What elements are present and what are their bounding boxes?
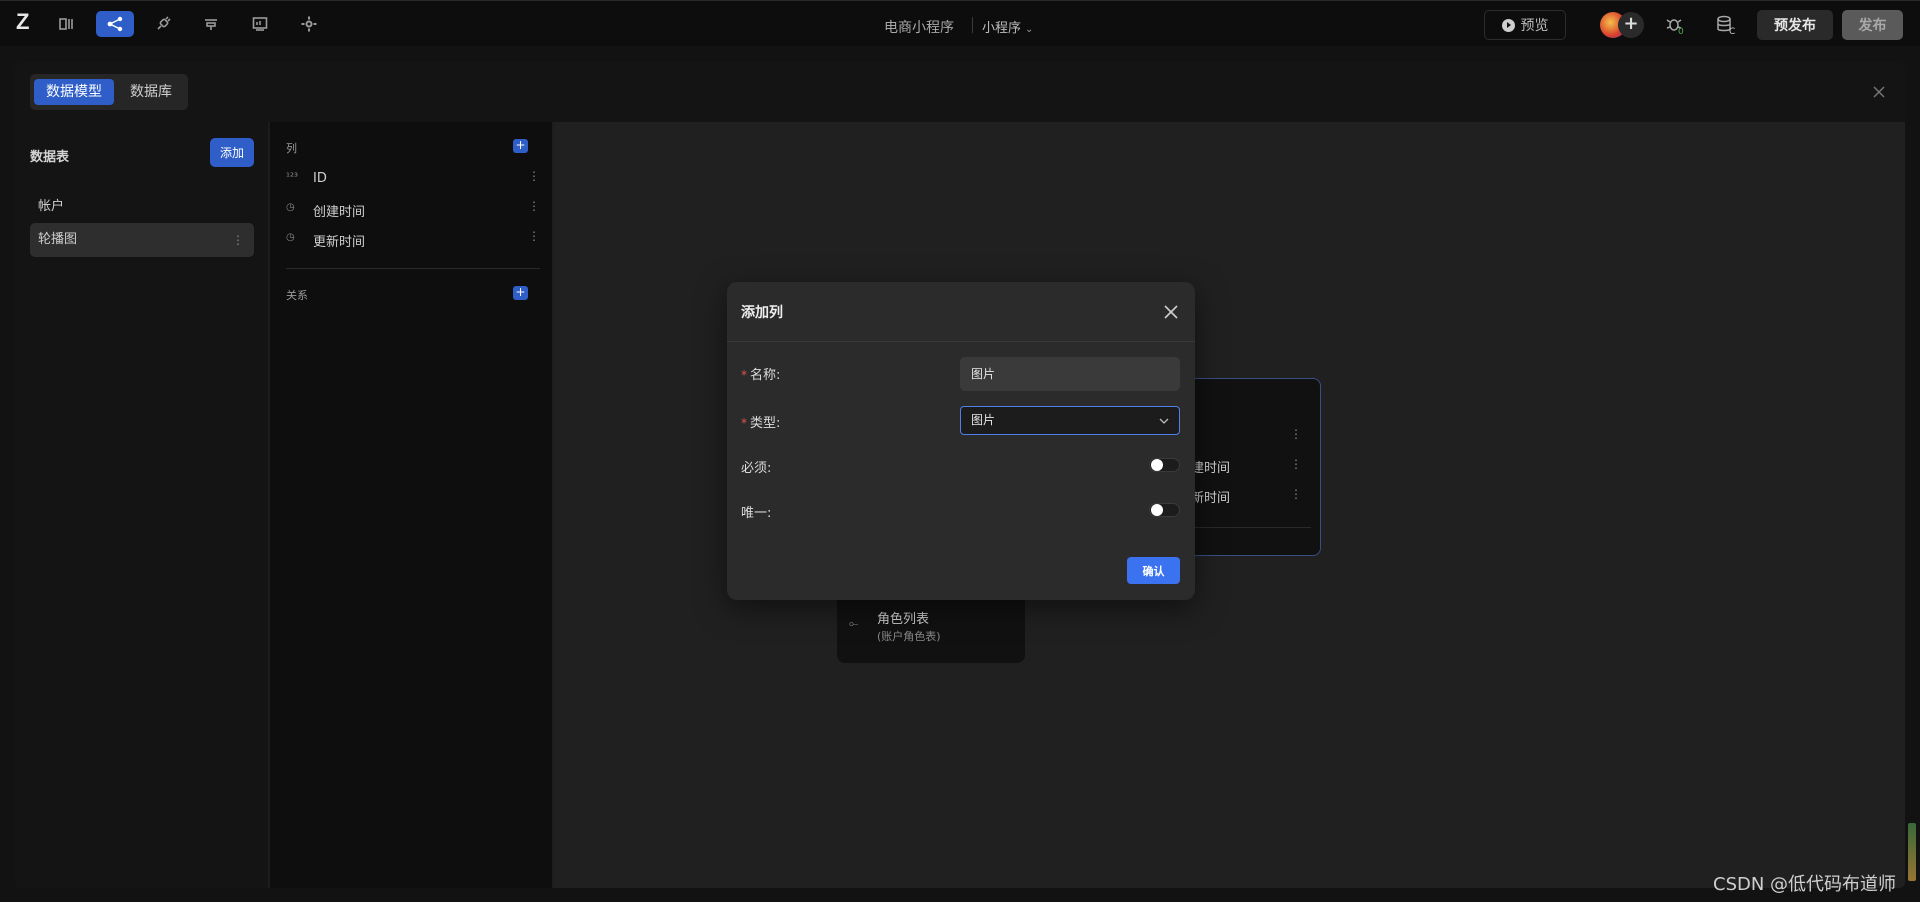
- app-logo[interactable]: Z: [16, 11, 38, 33]
- more-icon[interactable]: ⋮: [1290, 487, 1302, 501]
- add-table-button[interactable]: 添加: [210, 138, 254, 167]
- tab-data-model[interactable]: 数据模型: [34, 79, 114, 105]
- columns-title: 列: [286, 142, 297, 155]
- type-field-label: * 类型:: [741, 416, 781, 431]
- card-label: 角色列表: [877, 612, 930, 627]
- pages-icon: [59, 18, 73, 30]
- more-icon[interactable]: ⋮: [1290, 457, 1302, 471]
- more-icon[interactable]: ⋮: [1290, 427, 1302, 441]
- publish-button[interactable]: 发布: [1842, 10, 1903, 40]
- preview-button[interactable]: 预览: [1484, 10, 1566, 40]
- add-column-dialog: 添加列 * 名称: 图片 * 类型: 图片 必须: 唯一: 确认: [727, 282, 1195, 600]
- database-status-icon[interactable]: C: [1715, 14, 1737, 37]
- column-label: 更新时间: [313, 235, 366, 250]
- tab-database[interactable]: 数据库: [118, 79, 184, 105]
- table-item-account[interactable]: 帐户: [30, 190, 254, 224]
- columns-divider: [286, 268, 540, 269]
- number-icon: ¹²³: [286, 172, 299, 183]
- more-icon[interactable]: ⋮: [528, 169, 540, 183]
- debug-icon[interactable]: 0: [1664, 14, 1686, 37]
- tables-title: 数据表: [30, 150, 70, 165]
- add-collaborator-button[interactable]: +: [1618, 12, 1644, 38]
- svg-text:C: C: [1729, 27, 1735, 36]
- api-nav-button[interactable]: [144, 11, 182, 37]
- dialog-title: 添加列: [741, 305, 783, 321]
- card-sub-label: (账户角色表): [877, 630, 941, 643]
- svg-text:0: 0: [1678, 27, 1684, 36]
- pages-nav-button[interactable]: [48, 11, 86, 37]
- panel-header: 数据模型 数据库: [15, 62, 1905, 122]
- app-type-label: 小程序: [982, 21, 1022, 36]
- card-row-label: 新时间: [1191, 491, 1231, 506]
- required-toggle[interactable]: [1149, 458, 1180, 472]
- scroll-indicator[interactable]: [1908, 823, 1916, 881]
- toggle-knob: [1151, 459, 1163, 471]
- play-icon: [1501, 18, 1515, 32]
- toggle-knob: [1151, 504, 1163, 516]
- add-relation-button[interactable]: +: [513, 286, 528, 300]
- chevron-down-icon: [1159, 418, 1169, 424]
- column-row-created[interactable]: ◷ 创建时间 ⋮: [286, 199, 540, 221]
- data-model-icon: [107, 16, 123, 32]
- relations-title: 关系: [286, 289, 308, 302]
- table-item-label: 帐户: [38, 199, 65, 214]
- data-model-nav-button[interactable]: [96, 11, 134, 37]
- preview-label: 预览: [1520, 18, 1549, 34]
- required-field-label: 必须:: [741, 461, 772, 476]
- relation-icon: ⟜: [849, 616, 859, 630]
- app-type-dropdown[interactable]: 小程序 ⌄: [982, 17, 1033, 36]
- watermark: CSDN @低代码布道师: [1713, 874, 1897, 895]
- chart-icon: [252, 17, 268, 31]
- column-label: 创建时间: [313, 205, 366, 220]
- settings-nav-button[interactable]: [290, 11, 328, 37]
- add-column-button[interactable]: +: [513, 139, 528, 153]
- gear-icon: [301, 16, 317, 32]
- more-icon[interactable]: ⋮: [232, 223, 244, 257]
- table-item-carousel[interactable]: 轮播图 ⋮: [30, 223, 254, 257]
- more-icon[interactable]: ⋮: [528, 229, 540, 243]
- chevron-down-icon: ⌄: [1025, 24, 1034, 35]
- clock-icon: ◷: [286, 232, 295, 243]
- required-star: *: [741, 368, 747, 382]
- clock-icon: ◷: [286, 202, 295, 213]
- close-icon[interactable]: [1163, 304, 1179, 320]
- type-select-value: 图片: [971, 413, 996, 427]
- required-star: *: [741, 416, 747, 430]
- name-field-label: * 名称:: [741, 368, 781, 383]
- app-title: 电商小程序: [884, 20, 954, 36]
- name-input[interactable]: 图片: [960, 357, 1180, 391]
- component-nav-button[interactable]: [192, 11, 230, 37]
- unique-field-label: 唯一:: [741, 506, 772, 521]
- column-row-id[interactable]: ¹²³ ID ⋮: [286, 169, 540, 191]
- confirm-button[interactable]: 确认: [1127, 557, 1180, 584]
- close-icon[interactable]: [1869, 82, 1889, 102]
- card-row-label: 建时间: [1191, 461, 1231, 476]
- chart-nav-button[interactable]: [241, 11, 279, 37]
- type-select[interactable]: 图片: [960, 406, 1180, 435]
- more-icon[interactable]: ⋮: [528, 199, 540, 213]
- dialog-divider: [727, 341, 1195, 342]
- panel-tabs: 数据模型 数据库: [30, 74, 188, 110]
- top-bar: Z 电商小程序 小程序 ⌄ 预览 + 0 C 预发布 发布: [0, 0, 1920, 46]
- plug-icon: [157, 16, 171, 30]
- pre-publish-button[interactable]: 预发布: [1757, 10, 1833, 40]
- layout-icon: [205, 19, 217, 30]
- title-divider: [972, 17, 973, 33]
- column-row-updated[interactable]: ◷ 更新时间 ⋮: [286, 229, 540, 251]
- table-item-label: 轮播图: [38, 232, 78, 247]
- column-label: ID: [313, 171, 327, 186]
- unique-toggle[interactable]: [1149, 503, 1180, 517]
